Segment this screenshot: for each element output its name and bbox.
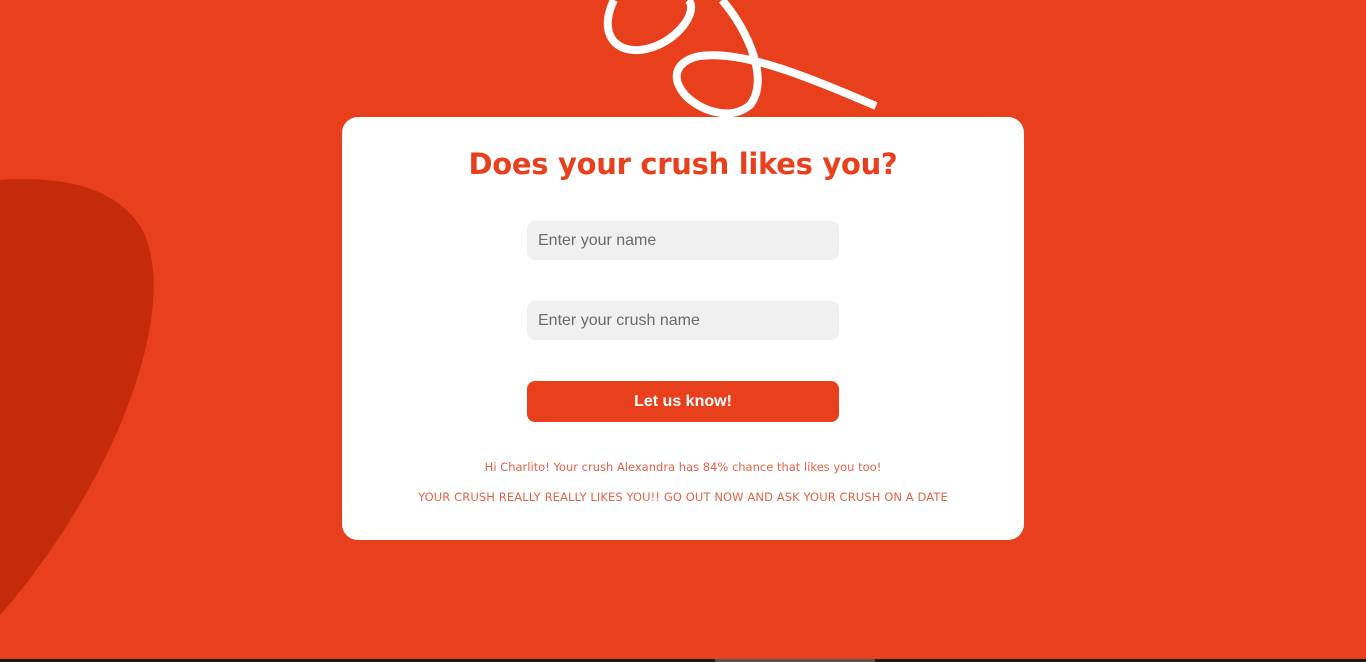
verdict-text: YOUR CRUSH REALLY REALLY LIKES YOU!! GO … bbox=[418, 490, 948, 504]
crush-form-card: Does your crush likes you? Let us know! … bbox=[342, 117, 1024, 540]
page-title: Does your crush likes you? bbox=[468, 147, 898, 181]
scribble-line-icon bbox=[603, 0, 878, 118]
let-us-know-button[interactable]: Let us know! bbox=[527, 381, 839, 422]
blob-shape bbox=[0, 179, 154, 615]
crush-name-input[interactable] bbox=[527, 301, 839, 340]
name-input[interactable] bbox=[527, 221, 839, 260]
result-text: Hi Charlito! Your crush Alexandra has 84… bbox=[484, 460, 882, 474]
